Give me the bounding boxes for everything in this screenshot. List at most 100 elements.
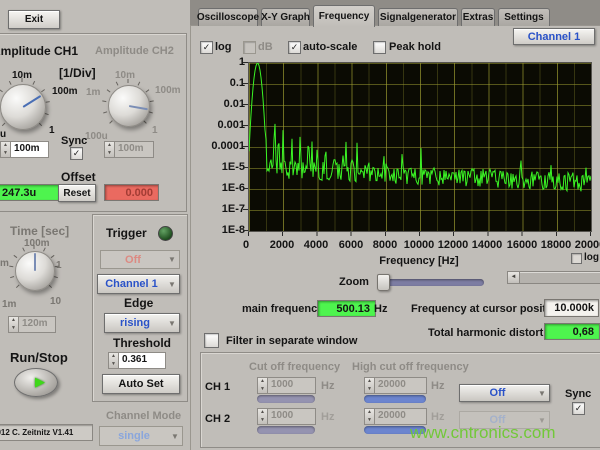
autoscale-checkbox[interactable]: ✓ <box>288 41 301 54</box>
channel-mode-value: single <box>100 430 168 442</box>
peak-hold-checkbox[interactable] <box>373 41 386 54</box>
spin-up-icon[interactable]: ▲ <box>9 317 18 325</box>
spin-down-icon[interactable]: ▼ <box>258 386 267 394</box>
threshold-label: Threshold <box>113 336 171 350</box>
trigger-edge-value: rising <box>105 317 165 329</box>
threshold-value[interactable]: 0.361 <box>119 353 165 368</box>
db-checkbox[interactable] <box>243 41 256 54</box>
cursor-frequency-label: Frequency at cursor position <box>411 303 563 315</box>
tab-label: X-Y Graph <box>261 12 310 23</box>
thd-display: 0,68 <box>544 323 600 340</box>
amplitude-ch2-spinner[interactable]: ▲▼ 100m <box>104 141 154 158</box>
log-checkbox[interactable]: ✓ <box>200 41 213 54</box>
sync-checkbox[interactable]: ✓ <box>70 147 83 160</box>
ch1-low-cutoff-spinner[interactable]: ▲▼ 1000 <box>257 377 316 394</box>
spin-down-icon[interactable]: ▼ <box>1 150 10 158</box>
spin-down-icon[interactable]: ▼ <box>109 361 118 369</box>
channel-mode-dropdown[interactable]: single ▼ <box>99 426 183 446</box>
filter-mode-ch1-dropdown[interactable]: Off ▼ <box>459 384 550 402</box>
time-spinner-arrows[interactable]: ▲▼ <box>9 317 19 332</box>
channel-button-label: Channel 1 <box>528 31 581 43</box>
spin-down-icon[interactable]: ▼ <box>365 417 374 425</box>
spectrum-plot[interactable] <box>248 62 592 232</box>
trigger-mode-dropdown[interactable]: Off ▼ <box>100 250 180 269</box>
tab-frequency[interactable]: Frequency <box>313 5 375 27</box>
spin-down-icon[interactable]: ▼ <box>105 150 114 158</box>
amplitude-ch1-title: Amplitude CH1 <box>0 44 78 58</box>
tab-settings[interactable]: Settings <box>498 8 550 26</box>
time-spinner[interactable]: ▲▼ 120m <box>8 316 56 333</box>
channel-select-button[interactable]: Channel 1 <box>513 28 595 45</box>
ch1-low-cutoff-slider[interactable] <box>257 395 315 403</box>
spin-up-icon[interactable]: ▲ <box>365 378 374 386</box>
hz-unit: Hz <box>431 380 444 392</box>
zoom-label: Zoom <box>339 276 369 288</box>
y-tick: 1E-8 <box>205 224 245 236</box>
spin-up-icon[interactable]: ▲ <box>109 353 118 361</box>
ch2-spinner-arrows[interactable]: ▲▼ <box>105 142 115 157</box>
tab-oscilloscope[interactable]: Oscilloscope <box>198 8 258 26</box>
amplitude-ch1-spinner[interactable]: ▲▼ 100m <box>0 141 49 158</box>
tab-xy-graph[interactable]: X-Y Graph <box>261 8 310 26</box>
offset-label: Offset <box>61 170 96 184</box>
channel-mode-label: Channel Mode <box>106 410 181 422</box>
x-tick: 20000 <box>567 239 600 251</box>
x-log-checkbox[interactable] <box>571 253 582 264</box>
filter-ch1-label: CH 1 <box>205 381 230 393</box>
ch2-offset-display: 0.000 <box>104 184 159 201</box>
spinner-arrows[interactable]: ▲▼ <box>365 409 375 424</box>
exit-button[interactable]: Exit <box>8 10 60 29</box>
ch2-low-cutoff-spinner[interactable]: ▲▼ 1000 <box>257 408 316 425</box>
spin-down-icon[interactable]: ▼ <box>365 386 374 394</box>
tab-label: Settings <box>504 12 543 23</box>
spin-up-icon[interactable]: ▲ <box>258 409 267 417</box>
y-tick: 1E-5 <box>205 161 245 173</box>
check-icon: ✓ <box>73 149 81 158</box>
hz-unit: Hz <box>431 411 444 423</box>
tab-signalgenerator[interactable]: Signalgenerator <box>378 8 458 26</box>
spinner-arrows[interactable]: ▲▼ <box>258 409 268 424</box>
filter-window-checkbox[interactable] <box>204 333 219 348</box>
zoom-slider-thumb[interactable] <box>377 274 390 291</box>
threshold-spinner[interactable]: ▲▼ 0.361 <box>108 352 166 369</box>
ch1-high-cutoff-slider[interactable] <box>364 395 426 403</box>
sync-label: Sync <box>61 135 87 147</box>
scrollbar-thumb[interactable] <box>520 272 600 283</box>
trigger-edge-dropdown[interactable]: rising ▼ <box>104 313 180 333</box>
spinner-arrows[interactable]: ▲▼ <box>365 378 375 393</box>
ch1-spinner-arrows[interactable]: ▲▼ <box>1 142 11 157</box>
graph-h-scrollbar[interactable]: ◄ <box>507 271 600 284</box>
scroll-left-arrow-icon[interactable]: ◄ <box>508 272 520 283</box>
trigger-source-dropdown[interactable]: Channel 1 ▼ <box>97 274 180 294</box>
zoom-slider-track[interactable] <box>378 279 484 286</box>
threshold-spinner-arrows[interactable]: ▲▼ <box>109 353 119 368</box>
ch1-knob-needle <box>22 95 41 108</box>
spin-up-icon[interactable]: ▲ <box>258 378 267 386</box>
ch2-knob-needle <box>129 105 148 110</box>
amplitude-ch2-knob[interactable] <box>108 85 150 127</box>
low-cutoff-header: Cut off frequency <box>249 361 340 373</box>
ch1-high-cutoff-value: 20000 <box>375 378 426 393</box>
ch1-amplitude-value[interactable]: 100m <box>11 142 48 157</box>
spinner-arrows[interactable]: ▲▼ <box>258 378 268 393</box>
filter-sync-checkbox[interactable]: ✓ <box>572 402 585 415</box>
spin-up-icon[interactable]: ▲ <box>365 409 374 417</box>
offset-reset-button[interactable]: Reset <box>58 184 96 202</box>
ch1-high-cutoff-spinner[interactable]: ▲▼ 20000 <box>364 377 427 394</box>
tab-extras[interactable]: Extras <box>461 8 495 26</box>
spin-up-icon[interactable]: ▲ <box>1 142 10 150</box>
ch2-scale-100m: 100m <box>155 85 181 96</box>
spin-down-icon[interactable]: ▼ <box>9 325 18 333</box>
time-title: Time [sec] <box>10 224 69 238</box>
filter-window-label: Filter in separate window <box>226 335 357 347</box>
spin-down-icon[interactable]: ▼ <box>258 417 267 425</box>
amplitude-ch1-knob[interactable] <box>0 84 46 130</box>
time-knob[interactable] <box>15 251 55 291</box>
run-stop-button[interactable]: ▶ <box>14 368 58 397</box>
tab-label: Oscilloscope <box>197 12 259 23</box>
auto-set-label: Auto Set <box>118 378 163 390</box>
db-label: dB <box>258 41 273 53</box>
ch2-low-cutoff-slider[interactable] <box>257 426 315 434</box>
spin-up-icon[interactable]: ▲ <box>105 142 114 150</box>
auto-set-button[interactable]: Auto Set <box>102 374 180 394</box>
